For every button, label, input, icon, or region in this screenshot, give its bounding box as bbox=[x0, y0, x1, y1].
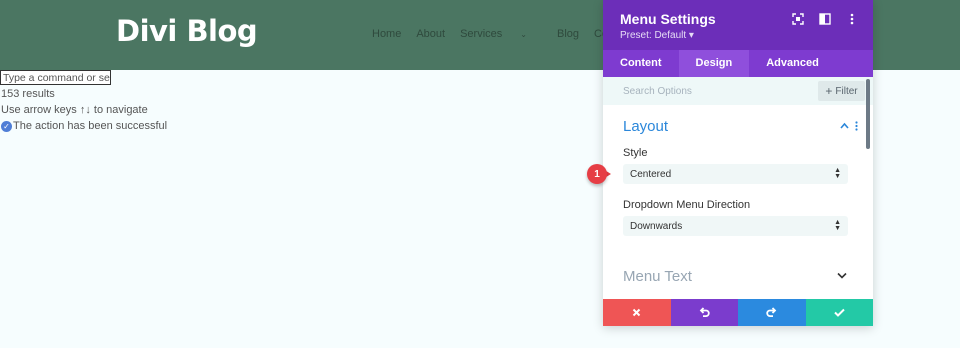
step-marker: 1 bbox=[587, 164, 614, 184]
select-arrows-icon: ▲ ▼ bbox=[834, 167, 841, 180]
menu-text-section-title[interactable]: Menu Text bbox=[623, 268, 692, 285]
step-number: 1 bbox=[587, 164, 607, 184]
select-arrows-icon: ▲ ▼ bbox=[834, 219, 841, 232]
chevron-down-icon[interactable] bbox=[837, 270, 847, 282]
undo-icon bbox=[699, 307, 710, 317]
preset-selector[interactable]: Preset: Default ▾ bbox=[620, 30, 694, 41]
nav-item-services-label: Services bbox=[460, 28, 503, 40]
command-input[interactable]: Type a command or sear bbox=[0, 70, 111, 85]
dropdown-direction-value: Downwards bbox=[630, 220, 683, 232]
nav-item-about[interactable]: About bbox=[416, 28, 445, 40]
navigation-hint: Use arrow keys ↑↓ to navigate bbox=[1, 104, 148, 116]
success-message: ✓ The action has been successful bbox=[1, 120, 167, 132]
chevron-down-icon: ⌄ bbox=[520, 30, 527, 39]
nav-item-home[interactable]: Home bbox=[372, 28, 401, 40]
focus-icon[interactable] bbox=[791, 12, 805, 26]
style-select[interactable]: Centered ▲ ▼ bbox=[623, 164, 848, 184]
tab-advanced[interactable]: Advanced bbox=[749, 50, 836, 77]
panel-title: Menu Settings bbox=[620, 11, 716, 27]
menu-settings-panel: Menu Settings Preset: Default ▾ Content … bbox=[603, 0, 873, 326]
panel-tabs: Content Design Advanced bbox=[603, 50, 873, 77]
nav-item-blog[interactable]: Blog bbox=[557, 28, 579, 40]
chevron-up-icon[interactable] bbox=[840, 121, 849, 132]
dropdown-direction-label: Dropdown Menu Direction bbox=[623, 199, 751, 211]
more-vertical-icon[interactable] bbox=[845, 12, 859, 26]
plus-icon: + bbox=[825, 84, 833, 98]
header-icons bbox=[791, 12, 859, 26]
site-logo[interactable]: Divi Blog bbox=[116, 14, 258, 48]
more-vertical-icon[interactable] bbox=[855, 121, 858, 134]
close-icon bbox=[633, 308, 641, 317]
action-bar bbox=[603, 299, 873, 326]
style-select-value: Centered bbox=[630, 168, 672, 180]
check-icon bbox=[834, 308, 845, 317]
results-count: 153 results bbox=[1, 88, 55, 100]
dropdown-direction-select[interactable]: Downwards ▲ ▼ bbox=[623, 216, 848, 236]
filter-label: Filter bbox=[835, 85, 858, 97]
style-label: Style bbox=[623, 147, 648, 159]
sidebar-toggle-icon[interactable] bbox=[818, 12, 832, 26]
tab-design[interactable]: Design bbox=[678, 50, 750, 77]
panel-header[interactable]: Menu Settings Preset: Default ▾ bbox=[603, 0, 873, 50]
undo-button[interactable] bbox=[670, 299, 738, 326]
search-options-row: Search Options + Filter bbox=[603, 77, 873, 105]
search-options-input[interactable]: Search Options bbox=[623, 86, 692, 97]
redo-icon bbox=[766, 307, 777, 317]
nav-item-services[interactable]: Services ⌄ bbox=[460, 28, 542, 40]
discard-button[interactable] bbox=[603, 299, 671, 326]
panel-scrollbar[interactable] bbox=[866, 79, 870, 149]
layout-section-title[interactable]: Layout bbox=[623, 118, 668, 135]
save-button[interactable] bbox=[805, 299, 873, 326]
success-text: The action has been successful bbox=[13, 120, 168, 132]
tab-content[interactable]: Content bbox=[603, 50, 679, 77]
check-circle-icon: ✓ bbox=[1, 120, 12, 132]
redo-button[interactable] bbox=[738, 299, 806, 326]
filter-button[interactable]: + Filter bbox=[818, 81, 865, 101]
